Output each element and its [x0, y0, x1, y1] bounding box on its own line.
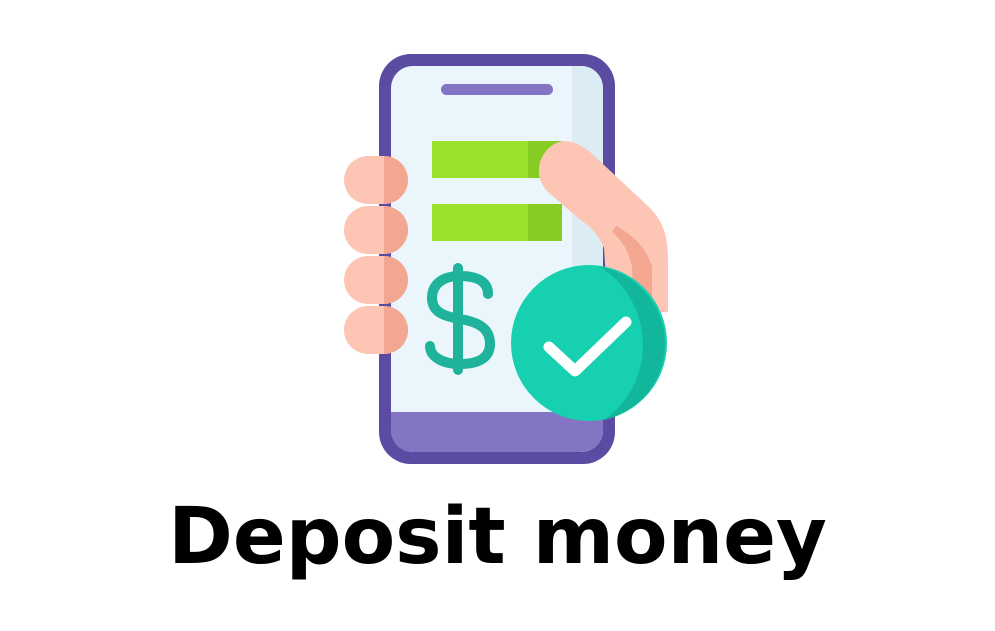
caption-title: Deposit money: [168, 492, 827, 582]
check-circle-icon: [511, 265, 667, 421]
